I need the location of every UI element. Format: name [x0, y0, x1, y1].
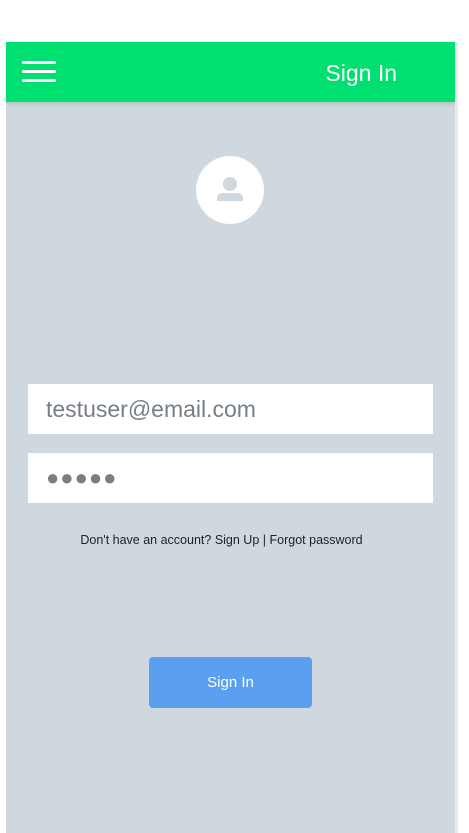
- app-screen: Sign In Don't have an account? Sign Up |…: [6, 42, 455, 833]
- sign-up-link[interactable]: Sign Up: [215, 533, 259, 547]
- user-avatar-icon: [196, 156, 264, 224]
- forgot-password-link[interactable]: Forgot password: [270, 533, 363, 547]
- password-field[interactable]: [28, 453, 433, 503]
- account-prompt: Don't have an account?: [80, 533, 212, 547]
- hamburger-menu-icon[interactable]: [22, 58, 56, 86]
- account-links: Don't have an account? Sign Up | Forgot …: [6, 533, 437, 547]
- app-bar: Sign In: [6, 42, 455, 102]
- email-field[interactable]: [28, 384, 433, 434]
- page-title: Sign In: [325, 60, 397, 86]
- screen-edge: [455, 42, 458, 833]
- sign-in-button[interactable]: Sign In: [149, 657, 312, 708]
- links-separator: |: [262, 533, 267, 547]
